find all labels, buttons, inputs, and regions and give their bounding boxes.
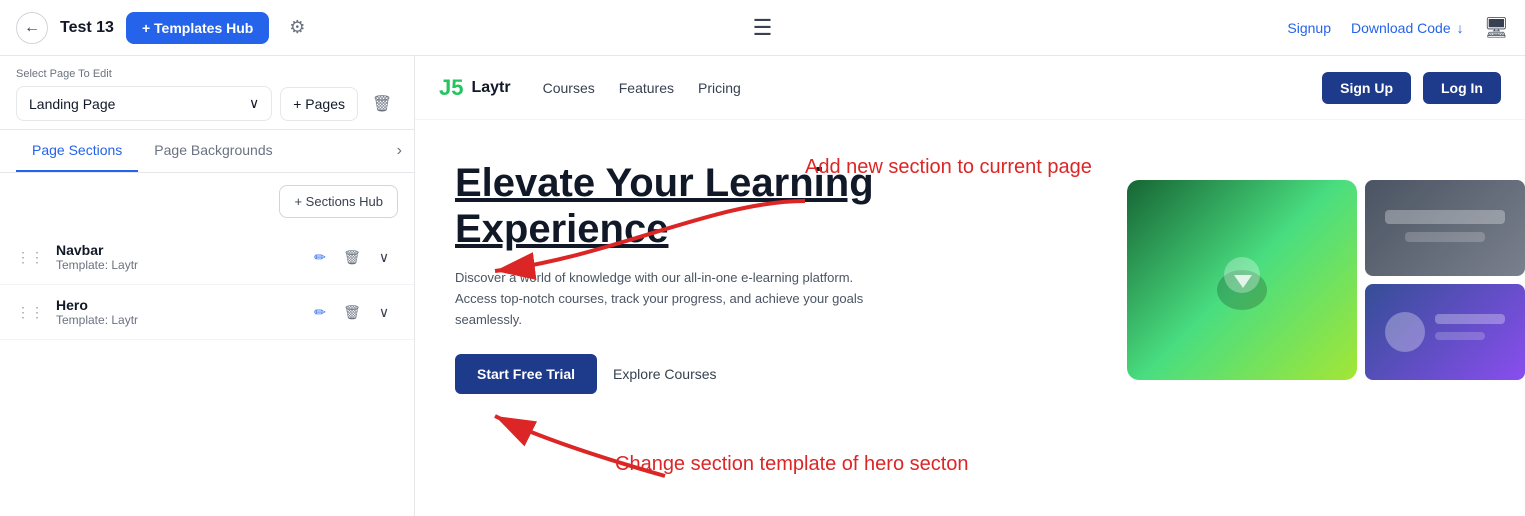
signup-link[interactable]: Signup	[1287, 20, 1331, 36]
back-icon: ←	[24, 19, 40, 37]
templates-hub-label: + Templates Hub	[142, 20, 253, 36]
chevron-down-icon: ∨	[379, 249, 389, 266]
select-page-row: Landing Page ∨ + Pages 🗑	[16, 86, 398, 121]
side-image-top-graphic	[1365, 180, 1525, 276]
section-template-navbar: Template: Laytr	[56, 258, 294, 272]
section-info-hero: Hero Template: Laytr	[56, 297, 294, 327]
sidebar: Select Page To Edit Landing Page ∨ + Pag…	[0, 56, 415, 516]
nav-link-features[interactable]: Features	[619, 80, 674, 96]
brand-icon: J5	[439, 75, 463, 101]
sidebar-tabs: Page Sections Page Backgrounds ›	[0, 130, 414, 173]
side-image-bottom-graphic	[1365, 284, 1525, 380]
preview-inner: J5 Laytr Courses Features Pricing Sign U…	[415, 56, 1525, 516]
section-actions-hero: ✏ 🗑 ∨	[306, 298, 398, 326]
selected-page: Landing Page	[29, 96, 115, 112]
hero-actions: Start Free Trial Explore Courses	[455, 354, 1005, 394]
section-info-navbar: Navbar Template: Laytr	[56, 242, 294, 272]
section-item-navbar: ⋮⋮ Navbar Template: Laytr ✏ 🗑 ∨	[0, 230, 414, 285]
main-layout: Select Page To Edit Landing Page ∨ + Pag…	[0, 56, 1525, 516]
hero-image-graphic	[1202, 240, 1282, 320]
download-label: Download Code	[1351, 20, 1451, 36]
download-icon: ↓	[1457, 20, 1464, 36]
side-image-bottom	[1365, 284, 1525, 380]
hero-content: Elevate Your Learning Experience Discove…	[455, 160, 1005, 476]
section-template-hero: Template: Laytr	[56, 313, 294, 327]
section-item-hero: ⋮⋮ Hero Template: Laytr ✏ 🗑 ∨	[0, 285, 414, 340]
back-button[interactable]: ←	[16, 12, 48, 44]
topbar: ← Test 13 + Templates Hub ⚙ ☰ Signup Dow…	[0, 0, 1525, 56]
sections-hub-label: + Sections Hub	[294, 194, 383, 209]
tab-page-backgrounds[interactable]: Page Backgrounds	[138, 130, 288, 172]
side-images	[1365, 180, 1525, 380]
trash-icon: 🗑	[372, 94, 392, 114]
explore-courses-button[interactable]: Explore Courses	[613, 366, 717, 382]
download-button[interactable]: Download Code ↓	[1351, 20, 1464, 36]
hero-images	[1127, 180, 1525, 380]
preview-login-button[interactable]: Log In	[1423, 72, 1501, 104]
page-select-dropdown[interactable]: Landing Page ∨	[16, 86, 272, 121]
chevron-right-icon[interactable]: ›	[385, 130, 414, 172]
drag-handle-navbar[interactable]: ⋮⋮	[16, 249, 44, 266]
gear-button[interactable]: ⚙	[281, 12, 313, 44]
preview-hero-section: Elevate Your Learning Experience Discove…	[415, 120, 1525, 500]
edit-hero-button[interactable]: ✏	[306, 298, 334, 326]
topbar-right: Signup Download Code ↓ 🖥	[1287, 15, 1509, 40]
pages-button[interactable]: + Pages	[280, 87, 358, 121]
nav-link-courses[interactable]: Courses	[543, 80, 595, 96]
chevron-down-icon: ∨	[379, 304, 389, 321]
hamburger-icon[interactable]: ☰	[753, 15, 773, 40]
nav-links: Courses Features Pricing	[543, 80, 741, 96]
preview-signup-button[interactable]: Sign Up	[1322, 72, 1411, 104]
chevron-down-icon: ∨	[249, 95, 259, 112]
select-page-label: Select Page To Edit	[16, 68, 398, 80]
edit-icon: ✏	[314, 249, 326, 266]
brand-logo: J5 Laytr	[439, 75, 511, 101]
sections-hub-row: + Sections Hub	[0, 173, 414, 230]
section-actions-navbar: ✏ 🗑 ∨	[306, 243, 398, 271]
side-image-top	[1365, 180, 1525, 276]
trash-icon: 🗑	[343, 249, 361, 266]
drag-handle-hero[interactable]: ⋮⋮	[16, 304, 44, 321]
section-name-hero: Hero	[56, 297, 294, 313]
section-name-navbar: Navbar	[56, 242, 294, 258]
delete-hero-button[interactable]: 🗑	[338, 298, 366, 326]
monitor-icon[interactable]: 🖥	[1484, 15, 1509, 40]
topbar-left: ← Test 13 + Templates Hub ⚙	[16, 12, 313, 44]
sections-hub-button[interactable]: + Sections Hub	[279, 185, 398, 218]
section-list: ⋮⋮ Navbar Template: Laytr ✏ 🗑 ∨	[0, 230, 414, 516]
app-title: Test 13	[60, 19, 114, 37]
gear-icon: ⚙	[289, 17, 305, 38]
pages-label: + Pages	[293, 96, 345, 112]
topbar-center: ☰	[753, 15, 773, 41]
delete-navbar-button[interactable]: 🗑	[338, 243, 366, 271]
preview-navbar: J5 Laytr Courses Features Pricing Sign U…	[415, 56, 1525, 120]
nav-right: Sign Up Log In	[1322, 72, 1501, 104]
brand-name: Laytr	[471, 79, 510, 97]
expand-hero-button[interactable]: ∨	[370, 298, 398, 326]
edit-navbar-button[interactable]: ✏	[306, 243, 334, 271]
delete-page-button[interactable]: 🗑	[366, 88, 398, 120]
tab-page-sections[interactable]: Page Sections	[16, 130, 138, 172]
preview-area: J5 Laytr Courses Features Pricing Sign U…	[415, 56, 1525, 516]
hero-description: Discover a world of knowledge with our a…	[455, 268, 895, 330]
edit-icon: ✏	[314, 304, 326, 321]
expand-navbar-button[interactable]: ∨	[370, 243, 398, 271]
start-trial-button[interactable]: Start Free Trial	[455, 354, 597, 394]
trash-icon: 🗑	[343, 304, 361, 321]
nav-link-pricing[interactable]: Pricing	[698, 80, 741, 96]
select-page-section: Select Page To Edit Landing Page ∨ + Pag…	[0, 56, 414, 130]
templates-hub-button[interactable]: + Templates Hub	[126, 12, 269, 44]
hero-title: Elevate Your Learning Experience	[455, 160, 1005, 252]
hero-main-image	[1127, 180, 1357, 380]
